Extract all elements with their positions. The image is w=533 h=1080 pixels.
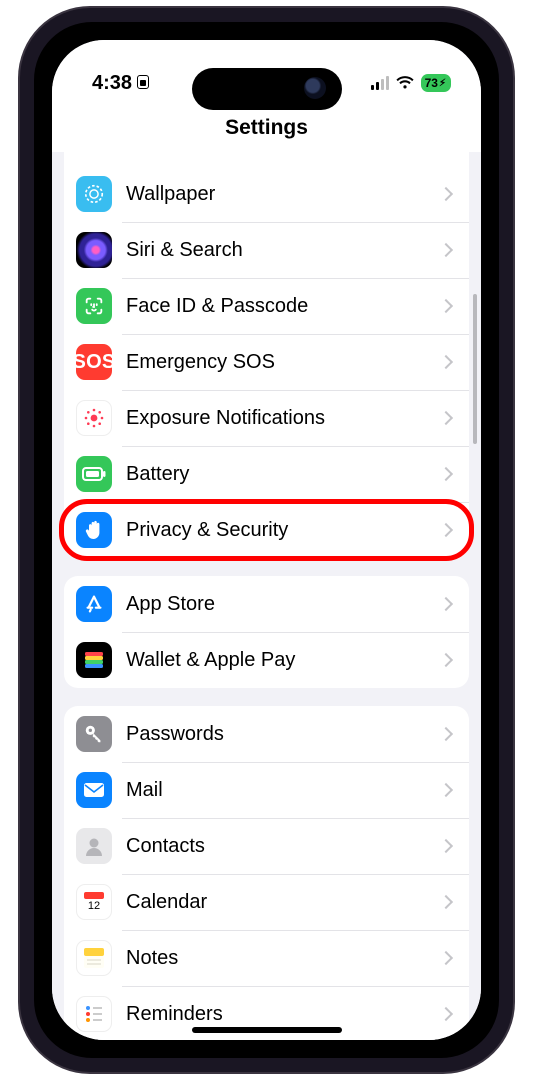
contacts-icon — [76, 828, 112, 864]
sidebar-item-label: App Store — [126, 593, 441, 616]
sidebar-item-wallpaper[interactable]: Wallpaper — [64, 166, 469, 222]
sidebar-item-calendar[interactable]: 12 Calendar — [64, 874, 469, 930]
calendar-icon: 12 — [76, 884, 112, 920]
settings-group: Wallpaper Siri & Search — [64, 152, 469, 558]
page-title: Settings — [225, 116, 308, 140]
nav-bar: Settings — [52, 104, 481, 152]
face-id-icon — [76, 288, 112, 324]
key-icon — [76, 716, 112, 752]
sidebar-item-label: Privacy & Security — [126, 519, 441, 542]
sidebar-item-exposure-notifications[interactable]: Exposure Notifications — [64, 390, 469, 446]
app-store-icon — [76, 586, 112, 622]
sidebar-item-emergency-sos[interactable]: SOS Emergency SOS — [64, 334, 469, 390]
exposure-icon — [76, 400, 112, 436]
cellular-signal-icon — [371, 76, 389, 90]
sidebar-item-faceid-passcode[interactable]: Face ID & Passcode — [64, 278, 469, 334]
phone-frame: 4:38 73⚡︎ — [20, 8, 513, 1072]
sidebar-item-label: Wallet & Apple Pay — [126, 649, 441, 672]
chevron-right-icon — [439, 467, 453, 481]
settings-group: App Store Wallet & Apple Pay — [64, 576, 469, 688]
sidebar-item-contacts[interactable]: Contacts — [64, 818, 469, 874]
hand-icon — [76, 512, 112, 548]
sidebar-item-label: Contacts — [126, 835, 441, 858]
reminders-icon — [76, 996, 112, 1032]
chevron-right-icon — [439, 895, 453, 909]
chevron-right-icon — [439, 727, 453, 741]
chevron-right-icon — [439, 653, 453, 667]
battery-indicator: 73⚡︎ — [421, 74, 451, 92]
sidebar-item-label: Siri & Search — [126, 239, 441, 262]
chevron-right-icon — [439, 597, 453, 611]
chevron-right-icon — [439, 523, 453, 537]
svg-text:12: 12 — [88, 900, 100, 912]
wifi-icon — [395, 76, 415, 90]
sidebar-item-label: Face ID & Passcode — [126, 295, 441, 318]
settings-scroll[interactable]: Wallpaper Siri & Search — [52, 152, 481, 1040]
sidebar-item-label: Reminders — [126, 1003, 441, 1026]
sidebar-item-label: Calendar — [126, 891, 441, 914]
sidebar-item-label: Notes — [126, 947, 441, 970]
chevron-right-icon — [439, 411, 453, 425]
wallet-icon — [76, 642, 112, 678]
notes-icon — [76, 940, 112, 976]
chevron-right-icon — [439, 355, 453, 369]
sidebar-item-notes[interactable]: Notes — [64, 930, 469, 986]
chevron-right-icon — [439, 1007, 453, 1021]
siri-icon — [76, 232, 112, 268]
sidebar-item-wallet-applepay[interactable]: Wallet & Apple Pay — [64, 632, 469, 688]
sidebar-item-label: Emergency SOS — [126, 351, 441, 374]
sidebar-item-siri-search[interactable]: Siri & Search — [64, 222, 469, 278]
sidebar-item-passwords[interactable]: Passwords — [64, 706, 469, 762]
sidebar-item-label: Mail — [126, 779, 441, 802]
sidebar-item-app-store[interactable]: App Store — [64, 576, 469, 632]
battery-percentage: 73 — [425, 76, 438, 90]
chevron-right-icon — [439, 783, 453, 797]
chevron-right-icon — [439, 839, 453, 853]
home-indicator[interactable] — [192, 1027, 342, 1033]
sos-icon: SOS — [76, 344, 112, 380]
chevron-right-icon — [439, 299, 453, 313]
sidebar-item-mail[interactable]: Mail — [64, 762, 469, 818]
sidebar-item-label: Exposure Notifications — [126, 407, 441, 430]
charging-bolt-icon: ⚡︎ — [439, 78, 446, 89]
sidebar-item-privacy-security[interactable]: Privacy & Security — [64, 502, 469, 558]
mail-icon — [76, 772, 112, 808]
dynamic-island — [192, 68, 342, 110]
sidebar-item-label: Battery — [126, 463, 441, 486]
status-time: 4:38 — [92, 72, 132, 95]
battery-icon — [76, 456, 112, 492]
sidebar-item-battery[interactable]: Battery — [64, 446, 469, 502]
sim-id-icon — [137, 75, 149, 89]
settings-group: Passwords Mail — [64, 706, 469, 1040]
chevron-right-icon — [439, 243, 453, 257]
chevron-right-icon — [439, 187, 453, 201]
sidebar-item-label: Wallpaper — [126, 183, 441, 206]
wallpaper-icon — [76, 176, 112, 212]
chevron-right-icon — [439, 951, 453, 965]
sidebar-item-label: Passwords — [126, 723, 441, 746]
